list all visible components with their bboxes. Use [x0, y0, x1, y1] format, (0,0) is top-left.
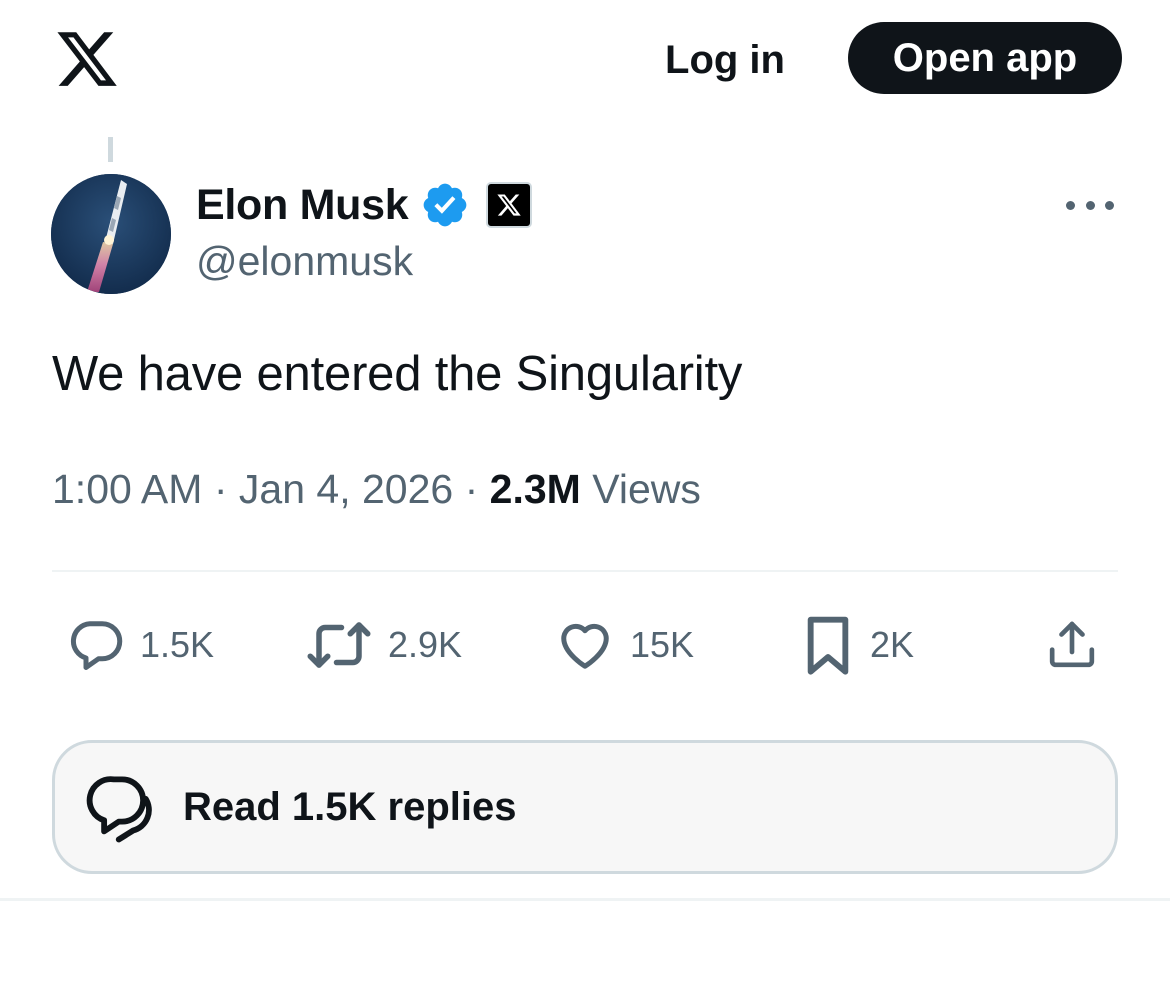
more-dot [1085, 200, 1095, 210]
repost-icon [307, 622, 371, 668]
share-icon [1049, 621, 1095, 668]
like-button[interactable]: 15K [554, 612, 694, 678]
author-display-name[interactable]: Elon Musk [196, 181, 409, 230]
more-dot [1105, 200, 1114, 210]
x-logo-icon[interactable] [54, 26, 120, 92]
x-affiliate-badge-icon[interactable] [486, 182, 533, 228]
views-count: 2.3M [489, 466, 581, 512]
read-replies-button[interactable]: Read 1.5K replies [52, 740, 1118, 874]
reply-button[interactable]: 1.5K [66, 612, 214, 678]
tweet-text: We have entered the Singularity [52, 347, 743, 401]
views-label: Views [592, 466, 701, 512]
bottom-divider [0, 898, 1170, 901]
verified-badge-icon[interactable] [420, 180, 470, 230]
divider [52, 570, 1118, 572]
author-handle[interactable]: @elonmusk [196, 238, 413, 285]
author-name-row: Elon Musk [196, 174, 533, 236]
open-app-button[interactable]: Open app [848, 22, 1122, 94]
log-in-button[interactable]: Log in [640, 30, 810, 90]
more-dot [1066, 200, 1075, 210]
share-button[interactable] [1044, 612, 1100, 678]
rocket-avatar-image [51, 174, 171, 294]
avatar[interactable] [51, 174, 171, 294]
meta-separator: · [464, 466, 479, 512]
bookmark-count: 2K [870, 624, 915, 665]
bookmark-button[interactable]: 2K [800, 612, 914, 678]
bookmark-icon [807, 616, 849, 675]
read-replies-label: Read 1.5K replies [183, 784, 517, 829]
reply-icon [71, 621, 123, 670]
repost-button[interactable]: 2.9K [304, 612, 462, 678]
replies-bubbles-icon [86, 776, 152, 843]
x-affiliate-logo-icon [497, 194, 522, 216]
top-bar: Log in Open app [0, 0, 1170, 120]
tweet-time[interactable]: 1:00 AM [52, 466, 202, 512]
heart-icon [561, 623, 609, 669]
thread-connector-line [108, 137, 113, 162]
tweet-date[interactable]: Jan 4, 2026 [239, 466, 453, 512]
more-dots-icon[interactable] [1066, 190, 1114, 220]
tweet-metadata: 1:00 AM · Jan 4, 2026 · 2.3M Views [52, 466, 701, 513]
repost-count: 2.9K [388, 624, 463, 665]
like-count: 15K [630, 624, 695, 665]
reply-count: 1.5K [140, 624, 215, 665]
meta-separator: · [213, 466, 228, 512]
